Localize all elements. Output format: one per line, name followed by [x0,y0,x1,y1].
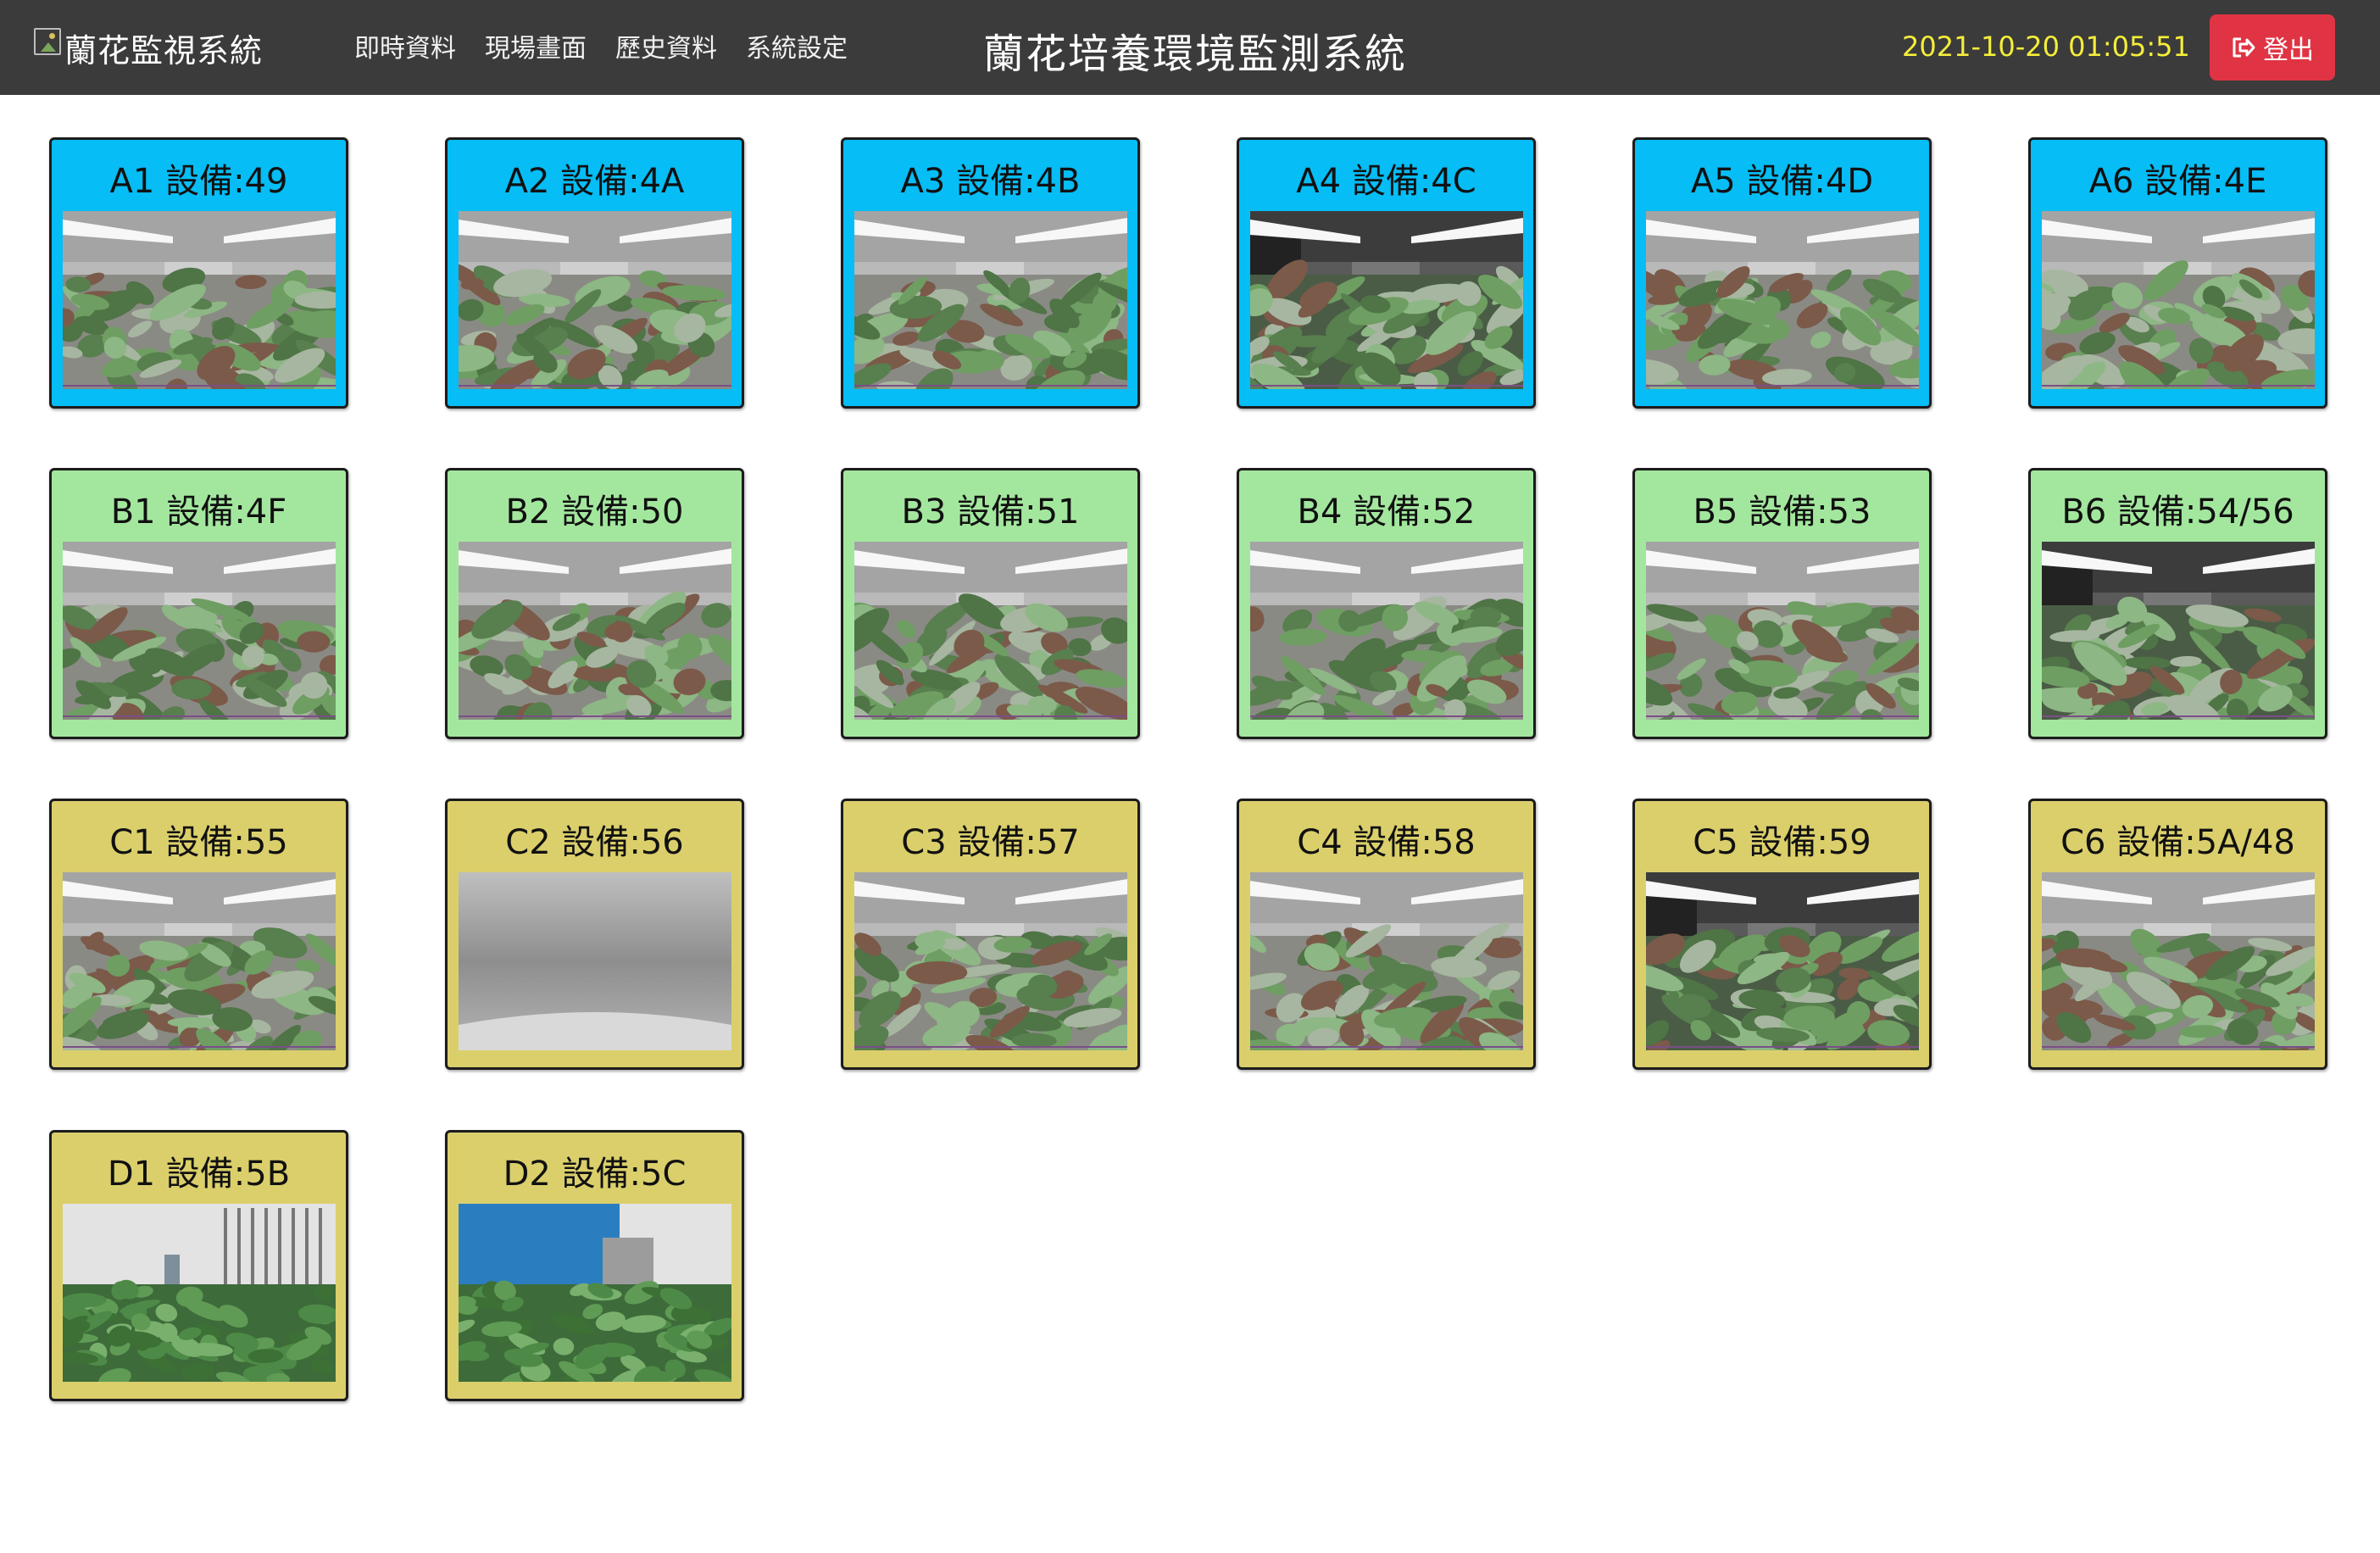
camera-snapshot[interactable] [459,211,731,389]
brand[interactable]: 蘭花監視系統 [34,22,263,73]
camera-snapshot[interactable] [459,872,731,1050]
camera-snapshot[interactable] [459,542,731,720]
device-label: D1 設備:5B [107,1155,291,1194]
device-label: C5 設備:59 [1693,823,1871,862]
camera-snapshot-image [459,211,731,389]
camera-snapshot-image [854,542,1127,720]
device-label: A4 設備:4C [1296,162,1476,201]
camera-snapshot[interactable] [854,211,1127,389]
device-card-c6[interactable]: C6 設備:5A/48 [2028,799,2327,1070]
logout-label: 登出 [2263,36,2314,65]
device-label: C6 設備:5A/48 [2060,823,2295,862]
camera-snapshot-image [2042,211,2315,389]
current-datetime: 2021-10-20 01:05:51 [1902,31,2190,63]
camera-snapshot-image [63,872,336,1050]
nav-realtime-data[interactable]: 即時資料 [354,27,456,64]
device-label: A5 設備:4D [1690,162,1874,201]
device-card-c2[interactable]: C2 設備:56 [445,799,744,1070]
camera-snapshot-image [459,542,731,720]
device-label: B4 設備:52 [1297,493,1476,532]
device-label: B3 設備:51 [901,493,1080,532]
device-label: B1 設備:4F [110,493,287,532]
device-label: A6 設備:4E [2088,162,2267,201]
device-card-c1[interactable]: C1 設備:55 [49,799,348,1070]
camera-snapshot-image [854,872,1127,1050]
device-card-c3[interactable]: C3 設備:57 [841,799,1140,1070]
page-title: 蘭花培養環境監測系統 [983,31,1408,78]
sign-out-icon [2233,37,2255,58]
camera-snapshot[interactable] [1646,542,1919,720]
camera-snapshot[interactable] [63,1204,336,1382]
device-card-b6[interactable]: B6 設備:54/56 [2028,468,2327,739]
camera-snapshot[interactable] [854,872,1127,1050]
camera-snapshot-image [1646,542,1919,720]
logout-button[interactable]: 登出 [2210,14,2335,81]
device-label: D2 設備:5C [503,1155,687,1194]
nav-links: 即時資料 現場畫面 歷史資料 系統設定 [354,27,848,64]
camera-snapshot[interactable] [1646,211,1919,389]
camera-snapshot-image [1646,211,1919,389]
camera-snapshot[interactable] [1250,872,1523,1050]
camera-snapshot[interactable] [2042,211,2315,389]
camera-snapshot-image [1646,872,1919,1050]
broken-image-icon [34,28,61,55]
device-label: C4 設備:58 [1297,823,1476,862]
device-card-b3[interactable]: B3 設備:51 [841,468,1140,739]
device-label: C1 設備:55 [109,823,288,862]
camera-snapshot[interactable] [63,872,336,1050]
navbar: 蘭花監視系統 即時資料 現場畫面 歷史資料 系統設定 蘭花培養環境監測系統 20… [0,0,2380,95]
camera-snapshot-image [854,211,1127,389]
camera-snapshot[interactable] [459,1204,731,1382]
camera-snapshot[interactable] [1646,872,1919,1050]
device-label: C2 設備:56 [505,823,684,862]
device-card-c4[interactable]: C4 設備:58 [1237,799,1536,1070]
camera-snapshot[interactable] [1250,542,1523,720]
camera-snapshot-image [63,542,336,720]
brand-text: 蘭花監視系統 [64,31,264,70]
device-label: A2 設備:4A [504,162,685,201]
camera-snapshot-image [2042,542,2315,720]
camera-snapshot-image [1250,211,1523,389]
camera-snapshot-image [2042,872,2315,1050]
nav-history-data[interactable]: 歷史資料 [615,27,717,64]
device-label: A3 設備:4B [900,162,1081,201]
device-card-a4[interactable]: A4 設備:4C [1237,137,1536,409]
camera-snapshot-image [1250,542,1523,720]
device-label: A1 設備:49 [109,162,288,201]
device-card-a3[interactable]: A3 設備:4B [841,137,1140,409]
device-card-b4[interactable]: B4 設備:52 [1237,468,1536,739]
camera-snapshot[interactable] [63,542,336,720]
device-card-a1[interactable]: A1 設備:49 [49,137,348,409]
device-card-b2[interactable]: B2 設備:50 [445,468,744,739]
device-card-a2[interactable]: A2 設備:4A [445,137,744,409]
camera-snapshot-image [459,872,731,1050]
device-label: B2 設備:50 [505,493,684,532]
device-card-a5[interactable]: A5 設備:4D [1632,137,1932,409]
camera-snapshot-image [63,211,336,389]
device-label: B5 設備:53 [1693,493,1871,532]
nav-system-settings[interactable]: 系統設定 [746,27,848,64]
camera-snapshot-image [63,1204,336,1382]
nav-live-view[interactable]: 現場畫面 [485,27,587,64]
camera-snapshot[interactable] [854,542,1127,720]
camera-snapshot-image [459,1204,731,1382]
device-card-c5[interactable]: C5 設備:59 [1632,799,1932,1070]
camera-snapshot[interactable] [2042,872,2315,1050]
device-card-b1[interactable]: B1 設備:4F [49,468,348,739]
device-card-d2[interactable]: D2 設備:5C [445,1130,744,1401]
device-card-a6[interactable]: A6 設備:4E [2028,137,2327,409]
camera-snapshot[interactable] [63,211,336,389]
device-label: C3 設備:57 [901,823,1080,862]
device-label: B6 設備:54/56 [2061,493,2294,532]
camera-snapshot[interactable] [2042,542,2315,720]
device-card-d1[interactable]: D1 設備:5B [49,1130,348,1401]
camera-snapshot[interactable] [1250,211,1523,389]
camera-snapshot-image [1250,872,1523,1050]
device-card-b5[interactable]: B5 設備:53 [1632,468,1932,739]
